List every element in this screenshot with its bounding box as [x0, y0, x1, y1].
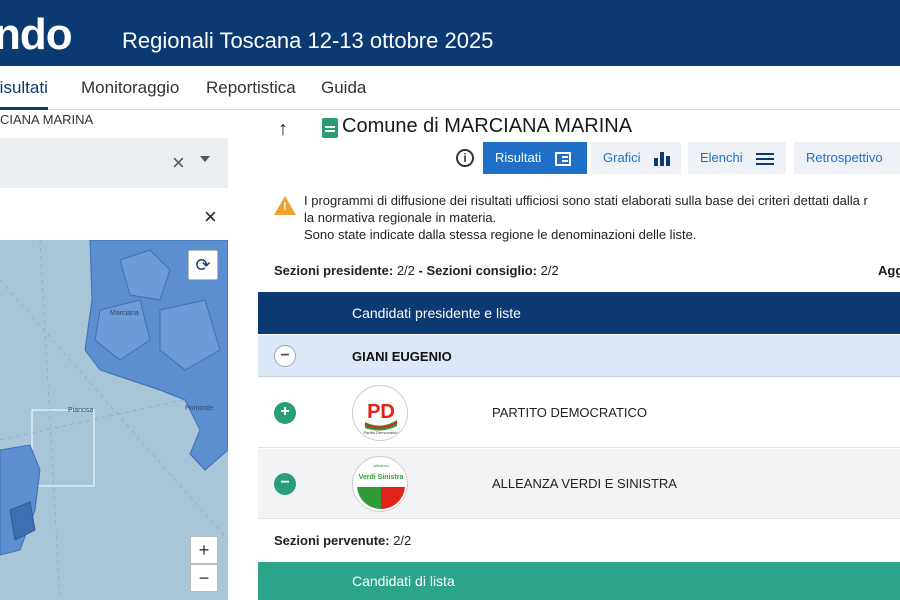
close-icon[interactable]: × [204, 204, 217, 230]
collapse-toggle-icon[interactable]: − [274, 473, 296, 495]
document-icon [322, 118, 338, 138]
map-view[interactable]: Pianosa Marciana Pomonte ⟳ + − [0, 240, 228, 600]
notice-line: Sono state indicate dalla stessa regione… [304, 227, 697, 242]
received-value: 2/2 [393, 533, 412, 548]
party-name: PARTITO DEMOCRATICO [492, 405, 648, 420]
map-label-marciana: Marciana [110, 310, 139, 317]
disclaimer-notice: I programmi di diffusione dei risultati … [304, 192, 900, 243]
notice-line: I programmi di diffusione dei risultati … [304, 193, 868, 208]
sections-separator: - [414, 263, 427, 278]
candidate-name: GIANI EUGENIO [352, 349, 452, 364]
zoom-out-button[interactable]: − [190, 564, 218, 592]
map-panel: CIANA MARINA × × Pianosa Marciana Pomont… [0, 110, 240, 600]
notice-line: la normativa regionale in materia. [304, 210, 497, 225]
map-label-pianosa: Pianosa [68, 407, 93, 414]
council-sections-value: 2/2 [540, 263, 559, 278]
update-label: Agg [878, 263, 900, 278]
charts-view-button[interactable]: Grafici [591, 142, 681, 174]
main-nav: risultati Monitoraggio Reportistica Guid… [0, 66, 900, 110]
charts-button-label: Grafici [603, 150, 641, 165]
bar-chart-icon [654, 151, 671, 166]
president-sections-value: 2/2 [396, 263, 415, 278]
retro-button-label: Retrospettivo [806, 150, 883, 165]
council-sections-label: Sezioni consiglio: [426, 263, 537, 278]
clear-icon[interactable]: × [172, 150, 185, 176]
avs-logo-caption: Alleanza [373, 463, 389, 468]
results-view-button[interactable]: Risultati [483, 142, 587, 174]
list-icon [756, 152, 775, 165]
avs-logo: Alleanza Verdi Sinistra [352, 456, 408, 512]
results-table-header: Candidati presidente e liste [258, 292, 900, 334]
info-icon[interactable]: i [456, 149, 474, 167]
party-row[interactable]: + PD Partito Democratico PARTITO DEMOCRA… [258, 378, 900, 448]
party-row[interactable]: − Alleanza Verdi Sinistra ALLEANZA VERDI… [258, 449, 900, 519]
nav-tab-reports[interactable]: Reportistica [206, 66, 296, 110]
pd-logo-caption: Partito Democratico [363, 430, 399, 435]
election-title: Regionali Toscana 12-13 ottobre 2025 [122, 28, 494, 53]
avs-logo-text: Verdi Sinistra [359, 474, 404, 481]
top-bar: ndo Regionali Toscana 12-13 ottobre 2025 [0, 0, 900, 66]
sections-summary: Sezioni presidente: 2/2 - Sezioni consig… [274, 263, 559, 278]
retrospective-view-button[interactable]: Retrospettivo [794, 142, 900, 174]
refresh-icon[interactable]: ⟳ [188, 250, 218, 280]
candidate-row[interactable]: − GIANI EUGENIO [258, 335, 900, 377]
table-icon [554, 151, 571, 166]
received-sections: Sezioni pervenute: 2/2 [274, 533, 411, 548]
back-arrow-icon[interactable]: ↑ [278, 118, 288, 141]
results-content: ↑ Comune di MARCIANA MARINA i Risultati … [258, 110, 900, 600]
pd-logo: PD Partito Democratico [352, 385, 408, 441]
received-label: Sezioni pervenute: [274, 533, 390, 548]
map-label-pomonte: Pomonte [185, 405, 213, 412]
collapse-toggle-icon[interactable]: − [274, 345, 296, 367]
nav-tab-guide[interactable]: Guida [321, 66, 366, 110]
pd-logo-text: PD [367, 401, 395, 423]
list-header-label: Candidati di lista [352, 573, 455, 589]
table-header-label: Candidati presidente e liste [352, 305, 521, 321]
lists-view-button[interactable]: Elenchi [688, 142, 786, 174]
page-title: Comune di MARCIANA MARINA [342, 115, 633, 137]
zoom-in-button[interactable]: + [190, 536, 218, 564]
territory-select[interactable]: × [0, 138, 228, 188]
nav-tab-results[interactable]: risultati [0, 66, 48, 110]
lists-button-label: Elenchi [700, 150, 743, 165]
app-logo[interactable]: ndo [0, 10, 73, 60]
breadcrumb[interactable]: CIANA MARINA [0, 112, 93, 127]
expand-toggle-icon[interactable]: + [274, 402, 296, 424]
chevron-down-icon[interactable] [200, 156, 210, 162]
list-candidates-header[interactable]: Candidati di lista [258, 562, 900, 600]
party-name: ALLEANZA VERDI E SINISTRA [492, 476, 677, 491]
president-sections-label: Sezioni presidente: [274, 263, 394, 278]
warning-mark: ! [283, 201, 287, 213]
nav-tab-monitoring[interactable]: Monitoraggio [81, 66, 179, 110]
results-button-label: Risultati [495, 150, 542, 165]
